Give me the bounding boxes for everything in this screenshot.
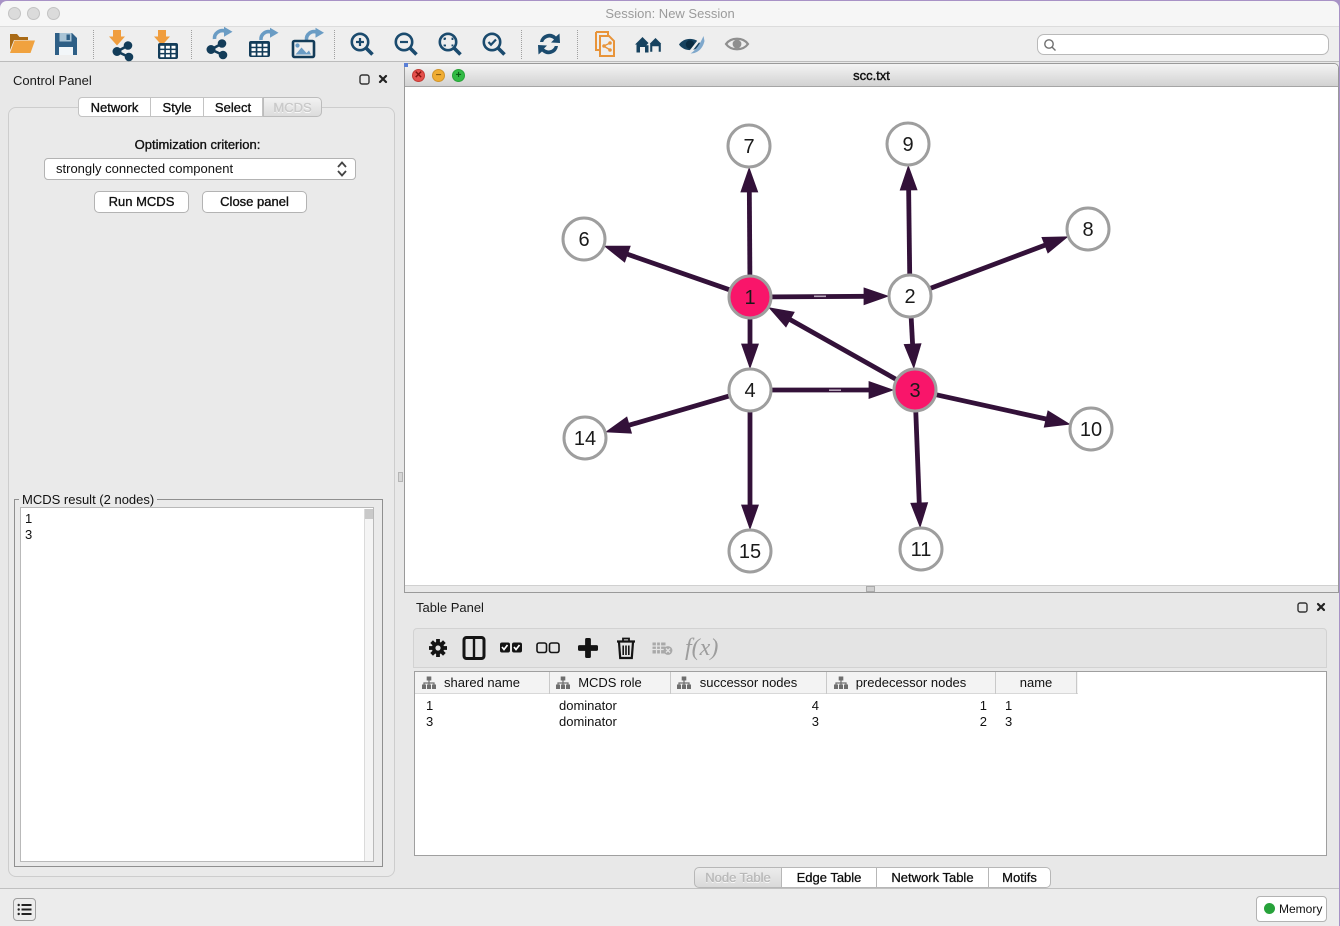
svg-text:9: 9 (902, 134, 913, 156)
svg-text:1: 1 (744, 287, 755, 309)
svg-text:10: 10 (1080, 419, 1102, 441)
svg-text:f(x): f(x) (685, 635, 718, 661)
svg-text:2: 2 (904, 286, 915, 308)
svg-text:14: 14 (574, 428, 596, 450)
svg-text:11: 11 (911, 539, 932, 561)
svg-text:3: 3 (909, 380, 920, 402)
svg-text:4: 4 (744, 380, 755, 402)
svg-text:8: 8 (1082, 219, 1093, 241)
svg-text:6: 6 (578, 229, 589, 251)
svg-text:7: 7 (743, 136, 754, 158)
svg-text:15: 15 (739, 541, 761, 563)
